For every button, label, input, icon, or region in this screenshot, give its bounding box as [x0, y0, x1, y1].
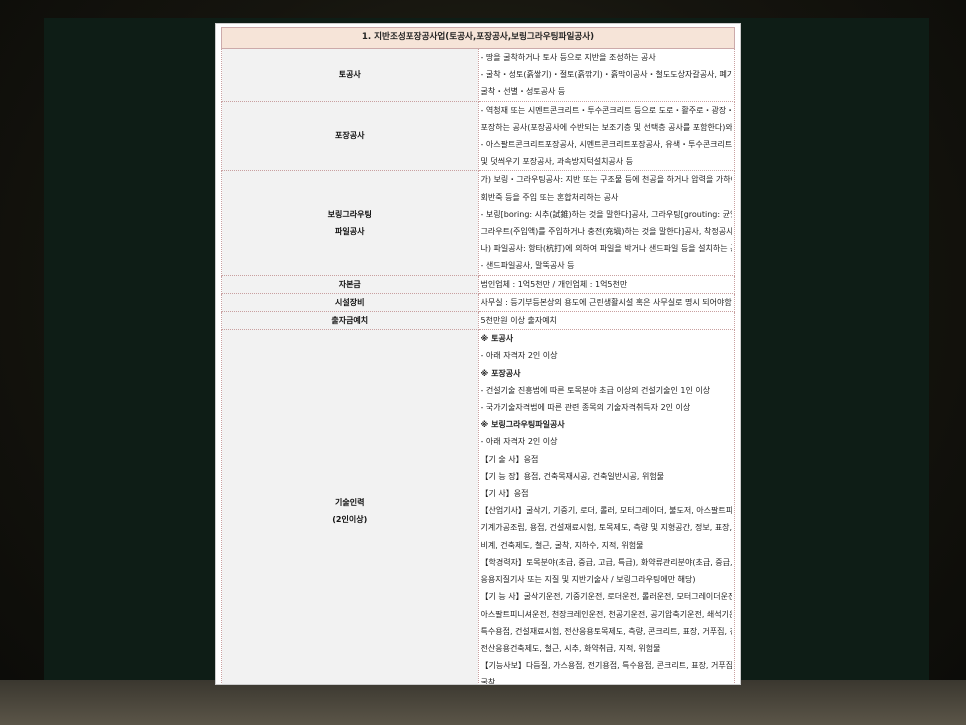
- text-line: 【산업기사】굴삭기, 기중기, 로더, 롤러, 모터그레이더, 불도저, 아스팔…: [480, 506, 733, 516]
- text-line: - 역청재 또는 시멘트콘크리트・투수콘크리트 등으로 도로・활주로・광장・단지…: [480, 105, 733, 115]
- row-earthwork: 토공사 - 땅을 굴착하거나 토사 등으로 지반을 조성하는 공사 - 굴착・성…: [221, 48, 735, 102]
- row-boring: 보링그라우팅 파일공사 가) 보링・그라우팅공사: 지반 또는 구조물 등에 천…: [221, 170, 735, 276]
- label-boring: 보링그라우팅 파일공사: [221, 170, 479, 276]
- text-line: 응용지질기사 또는 지질 및 지반기술사 / 보링그라우팅에만 해당): [480, 575, 696, 585]
- text-line: - 보링[boring: 시추(試錐)하는 것을 말한다]공사, 그라우팅[gr…: [480, 209, 733, 219]
- row-facility: 시설장비 사무실 : 등기부등본상의 용도에 근린생활시설 혹은 사무실로 명시…: [221, 292, 735, 313]
- text-line: 법인업체 : 1억5천만 / 개인업체 : 1억5천만: [480, 279, 628, 289]
- background-road: [0, 680, 966, 725]
- document-page: 1. 지반조성포장공사업(토공사,포장공사,보링그라우팅파일공사) 토공사 - …: [216, 24, 740, 684]
- text-line: - 굴착・성토(흙쌓기)・절토(흙깎기)・흙막이공사・철도도상자갈공사, 폐기물…: [480, 70, 733, 80]
- label-capital: 자본금: [221, 274, 479, 294]
- label-earthwork: 토공사: [221, 48, 479, 102]
- text-line: 【학경력자】토목분야(초급, 중급, 고급, 특급), 화약류관리분야(초급, …: [480, 557, 733, 567]
- label-technical-staff: 기술인력 (2인이상): [221, 329, 479, 684]
- label-facility: 시설장비: [221, 292, 479, 313]
- label-tech-line2: (2인이상): [332, 514, 368, 524]
- text-line: 포장하는 공사(포장공사에 수반되는 보조기층 및 선택층 공사를 포함한다)와…: [480, 122, 733, 132]
- text-line: 전산응용건축제도, 철근, 시추, 화약취급, 지적, 위험물: [480, 643, 661, 653]
- text-line: 【기 술 사】응접: [480, 454, 539, 464]
- text-line: 회반죽 등을 주입 또는 혼합처리하는 공사: [480, 192, 619, 202]
- text-line: 사무실 : 등기부등본상의 용도에 근린생활시설 혹은 사무실로 명시 되어야함: [480, 297, 732, 307]
- label-boring-line2: 파일공사: [335, 227, 365, 237]
- content-deposit: 5천만원 이상 출자예치: [477, 311, 735, 331]
- text-line: - 아스팔트콘크리트포장공사, 시멘트콘크리트포장공사, 유색・투수콘크리트포장…: [480, 140, 733, 150]
- row-deposit: 출자금예치 5천만원 이상 출자예치: [221, 311, 735, 331]
- text-line: 【기 능 장】용접, 건축목재시공, 건축일반시공, 위험물: [480, 471, 665, 481]
- content-paving: - 역청재 또는 시멘트콘크리트・투수콘크리트 등으로 도로・활주로・광장・단지…: [477, 100, 735, 172]
- text-line: 특수용접, 건설재료시험, 전산응용토목제도, 측량, 콘크리트, 표장, 거푸…: [480, 626, 733, 636]
- label-paving: 포장공사: [221, 100, 479, 172]
- text-line: 그라우트(주입액)를 주입하거나 충전(充塡)하는 것을 말한다]공사, 착정공…: [480, 227, 733, 237]
- text-line: - 아래 자격자 2인 이상: [480, 351, 558, 361]
- section-heading: ※ 보링그라우팅파일공사: [480, 420, 565, 430]
- label-boring-line1: 보링그라우팅: [327, 209, 372, 219]
- row-paving: 포장공사 - 역청재 또는 시멘트콘크리트・투수콘크리트 등으로 도로・활주로・…: [221, 100, 735, 172]
- text-line: - 국가기술자격법에 따른 관련 종목의 기술자격취득자 2인 이상: [480, 403, 691, 413]
- text-line: 가) 보링・그라우팅공사: 지반 또는 구조물 등에 천공을 하거나 압력을 가…: [480, 175, 733, 185]
- text-line: - 샌드파일공사, 말뚝공사 등: [480, 261, 575, 271]
- text-line: 5천만원 이상 출자예치: [480, 316, 557, 326]
- text-line: 아스팔트피니셔운전, 천장크레인운전, 천공기운전, 공기압축기운전, 쇄석기운…: [480, 609, 733, 619]
- license-requirements-table: 1. 지반조성포장공사업(토공사,포장공사,보링그라우팅파일공사) 토공사 - …: [221, 27, 735, 684]
- table-title: 1. 지반조성포장공사업(토공사,포장공사,보링그라우팅파일공사): [221, 27, 735, 49]
- text-line: - 아래 자격자 2인 이상: [480, 437, 558, 447]
- text-line: 【기 사】응접: [480, 489, 529, 499]
- text-line: 굴착: [480, 678, 496, 684]
- text-line: - 건설기술 진흥법에 따른 토목분야 초급 이상의 건설기술인 1인 이상: [480, 385, 711, 395]
- text-line: 기계가공조립, 용접, 건설재료시험, 토목제도, 측량 및 지형공간, 정보,…: [480, 523, 733, 533]
- label-deposit: 출자금예치: [221, 311, 479, 331]
- text-line: 나) 파일공사: 항타(杭打)에 의하여 파일을 박거나 샌드파일 등을 설치하…: [480, 244, 733, 254]
- text-line: 및 덧씌우기 포장공사, 과속방지턱설치공사 등: [480, 157, 634, 167]
- row-capital: 자본금 법인업체 : 1억5천만 / 개인업체 : 1억5천만: [221, 274, 735, 294]
- content-capital: 법인업체 : 1억5천만 / 개인업체 : 1억5천만: [477, 274, 735, 294]
- text-line: 【기능사보】다듬질, 가스용접, 전기용접, 특수용접, 콘크리트, 표장, 거…: [480, 661, 733, 671]
- content-boring: 가) 보링・그라우팅공사: 지반 또는 구조물 등에 천공을 하거나 압력을 가…: [477, 170, 735, 276]
- row-technical-staff: 기술인력 (2인이상) ※ 토공사 - 아래 자격자 2인 이상 ※ 포장공사 …: [221, 329, 735, 684]
- text-line: 비계, 건축제도, 철근, 굴착, 지하수, 지적, 위험물: [480, 540, 644, 550]
- text-line: - 땅을 굴착하거나 토사 등으로 지반을 조성하는 공사: [480, 53, 656, 62]
- label-tech-line1: 기술인력: [335, 497, 365, 507]
- section-heading: ※ 토공사: [480, 334, 514, 344]
- section-heading: ※ 포장공사: [480, 368, 521, 378]
- text-line: 【기 능 사】굴삭기운전, 기중기운전, 로더운전, 롤러운전, 모터그레이더운…: [480, 592, 733, 602]
- content-technical-staff: ※ 토공사 - 아래 자격자 2인 이상 ※ 포장공사 - 건설기술 진흥법에 …: [477, 329, 735, 684]
- table-header-row: 1. 지반조성포장공사업(토공사,포장공사,보링그라우팅파일공사): [221, 27, 735, 49]
- content-earthwork: - 땅을 굴착하거나 토사 등으로 지반을 조성하는 공사 - 굴착・성토(흙쌓…: [477, 48, 735, 102]
- text-line: 굴착・선별・성토공사 등: [480, 87, 566, 97]
- content-facility: 사무실 : 등기부등본상의 용도에 근린생활시설 혹은 사무실로 명시 되어야함: [477, 292, 735, 313]
